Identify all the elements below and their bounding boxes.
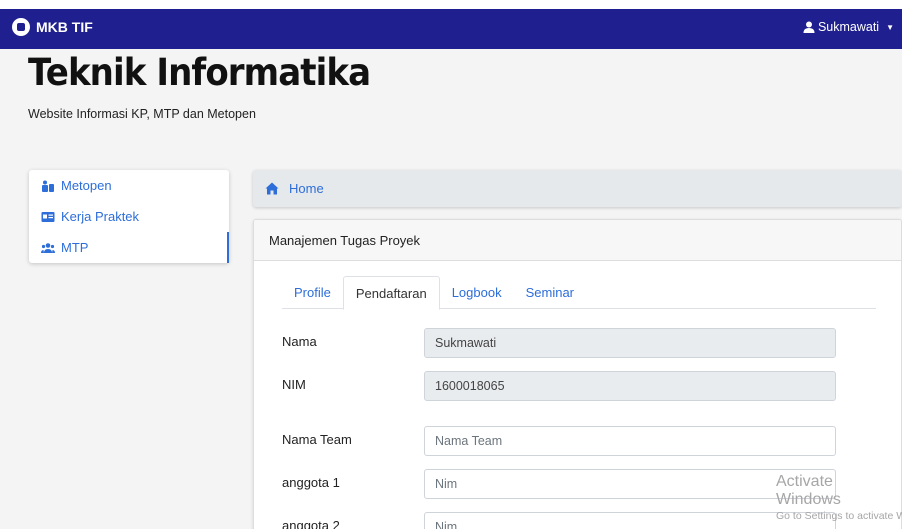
- form-row-nama: Nama Sukmawati: [282, 328, 842, 358]
- sidebar-item-mtp[interactable]: MTP: [29, 232, 229, 263]
- brand-link[interactable]: MKB TIF: [12, 18, 93, 36]
- form-row-nim: NIM 1600018065: [282, 371, 842, 401]
- sidebar-item-label: MTP: [61, 240, 89, 255]
- main-content: Metopen Kerja Praktek MTP Home Manajemen…: [0, 130, 902, 529]
- nama-field[interactable]: Sukmawati: [424, 328, 836, 358]
- user-menu-dropdown[interactable]: Sukmawati ▼: [803, 20, 894, 34]
- team-label: Nama Team: [282, 432, 352, 447]
- sidebar-item-label: Kerja Praktek: [61, 209, 140, 224]
- breadcrumb: Home: [253, 170, 902, 207]
- nim-field[interactable]: 1600018065: [424, 371, 836, 401]
- brand-name: MKB TIF: [36, 19, 93, 35]
- tab-seminar[interactable]: Seminar: [514, 276, 586, 309]
- tab-bar: Profile Pendaftaran Logbook Seminar: [282, 276, 876, 310]
- top-navbar: MKB TIF Sukmawati ▼: [0, 0, 902, 49]
- sidebar-item-metopen[interactable]: Metopen: [29, 170, 229, 201]
- home-icon: [265, 182, 279, 195]
- form-row-anggota-1: anggota 1 Nim: [282, 469, 842, 499]
- user-name: Sukmawati: [817, 20, 880, 34]
- brand-logo-icon: [12, 18, 30, 36]
- id-card-icon: [41, 211, 55, 222]
- page-subtitle: Website Informasi KP, MTP dan Metopen: [28, 107, 256, 121]
- sidebar-menu: Metopen Kerja Praktek MTP: [29, 170, 229, 263]
- anggota-2-input[interactable]: Nim: [424, 512, 836, 529]
- watermark-subtitle: Go to Settings to activate Windows.: [776, 510, 902, 522]
- card-title: Manajemen Tugas Proyek: [254, 220, 901, 261]
- page-header: Teknik Informatika Website Informasi KP,…: [0, 49, 902, 130]
- watermark-title: Activate Windows: [776, 473, 841, 508]
- form-row-team: Nama Team Nama Team: [282, 426, 842, 456]
- sidebar-item-label: Metopen: [61, 178, 112, 193]
- user-icon: [803, 21, 815, 33]
- tab-profile[interactable]: Profile: [282, 276, 343, 309]
- metopen-icon: [42, 180, 54, 192]
- nim-label: NIM: [282, 377, 306, 392]
- nama-label: Nama: [282, 334, 317, 349]
- form-row-anggota-2: anggota 2 Nim: [282, 512, 842, 529]
- team-name-input[interactable]: Nama Team: [424, 426, 836, 456]
- tab-pendaftaran[interactable]: Pendaftaran: [342, 276, 440, 310]
- chevron-down-icon: ▼: [886, 22, 894, 32]
- activate-windows-watermark: Activate Windows Go to Settings to activ…: [776, 473, 902, 522]
- anggota-1-label: anggota 1: [282, 475, 340, 490]
- anggota-2-label: anggota 2: [282, 518, 340, 529]
- page-title: Teknik Informatika: [28, 51, 371, 94]
- breadcrumb-home-link[interactable]: Home: [289, 181, 324, 196]
- anggota-1-input[interactable]: Nim: [424, 469, 836, 499]
- sidebar-item-kerja-praktek[interactable]: Kerja Praktek: [29, 201, 229, 232]
- tab-logbook[interactable]: Logbook: [440, 276, 514, 309]
- users-icon: [41, 242, 55, 253]
